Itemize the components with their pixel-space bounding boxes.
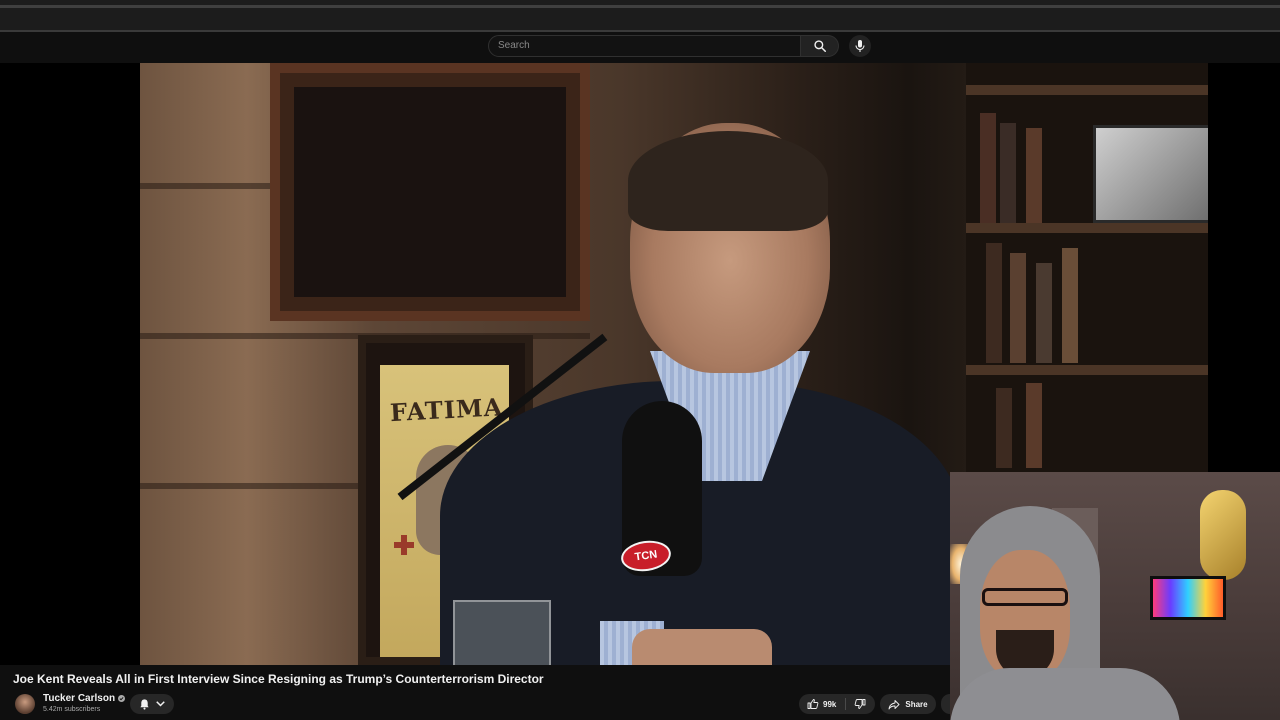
subscriber-count: 5.42m subscribers	[43, 706, 101, 713]
thumbs-down-icon	[854, 698, 866, 710]
bookshelf	[966, 63, 1208, 473]
search-icon	[813, 39, 827, 53]
bell-icon	[139, 698, 150, 710]
poster-cross	[394, 535, 414, 555]
share-label: Share	[905, 699, 928, 709]
notification-button[interactable]	[130, 694, 174, 714]
water-glass	[453, 600, 551, 665]
like-button[interactable]: 99k	[799, 694, 845, 714]
avatar[interactable]	[15, 694, 35, 714]
video-title: Joe Kent Reveals All in First Interview …	[13, 672, 544, 686]
webcam-tv	[1150, 576, 1226, 620]
thumbs-up-icon	[807, 698, 819, 710]
framed-photo	[1093, 125, 1208, 223]
voice-search-button[interactable]	[849, 35, 871, 57]
search-button[interactable]	[801, 35, 839, 57]
webcam-body	[950, 668, 1180, 720]
host-hand	[632, 629, 772, 665]
share-button[interactable]: Share	[880, 694, 936, 714]
share-icon	[888, 699, 900, 710]
dislike-button[interactable]	[845, 694, 875, 714]
microphone-icon	[854, 39, 866, 53]
browser-divider	[0, 5, 1280, 8]
channel-name[interactable]: Tucker Carlson	[43, 693, 126, 704]
search-input[interactable]: Search	[488, 35, 801, 57]
masthead: Search	[0, 32, 1280, 63]
webcam-balloon	[1200, 490, 1246, 580]
channel-name-label: Tucker Carlson	[43, 693, 116, 704]
verified-check-icon	[118, 695, 126, 702]
wall-picture-frame	[270, 63, 590, 321]
webcam-glasses	[982, 588, 1068, 606]
like-count: 99k	[823, 699, 837, 709]
webcam-overlay	[950, 472, 1280, 720]
host-hair	[628, 131, 828, 231]
chevron-down-icon	[156, 701, 165, 707]
more-actions-button[interactable]	[941, 694, 950, 714]
like-dislike-group: 99k	[799, 694, 875, 714]
browser-top-strip	[0, 0, 1280, 32]
